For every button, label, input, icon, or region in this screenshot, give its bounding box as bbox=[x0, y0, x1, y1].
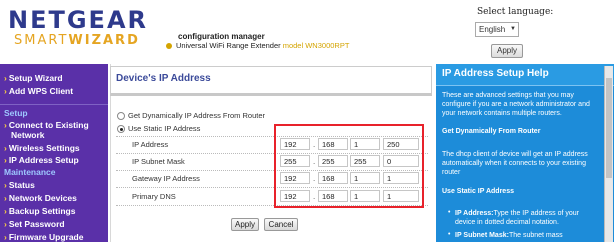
arrow-icon: › bbox=[4, 193, 7, 203]
subnet-mask-label: IP Subnet Mask bbox=[132, 157, 185, 166]
sidebar-item-status[interactable]: › Status bbox=[4, 180, 35, 190]
sidebar-item-backup-settings[interactable]: › Backup Settings bbox=[4, 206, 75, 216]
help-bullet-ip-head: IP Address: bbox=[455, 210, 494, 217]
radio-static[interactable] bbox=[117, 125, 125, 133]
arrow-icon: › bbox=[4, 206, 7, 216]
arrow-icon: › bbox=[4, 232, 7, 242]
help-scrollbar[interactable] bbox=[604, 66, 613, 242]
sidebar-item-label: Connect to Existing bbox=[8, 120, 89, 130]
sidebar-item-wireless-settings[interactable]: › Wireless Settings bbox=[4, 143, 80, 153]
sidebar-section-maintenance: Maintenance bbox=[4, 167, 56, 177]
smart-text: SMART bbox=[14, 33, 69, 48]
language-select[interactable]: English ▼ bbox=[475, 22, 519, 37]
language-value: English bbox=[479, 25, 506, 34]
bullet-icon: • bbox=[448, 209, 451, 216]
help-bullet-subnet-text: The subnet mass bbox=[508, 232, 563, 239]
arrow-icon: › bbox=[4, 73, 7, 83]
bullet-icon: • bbox=[448, 231, 451, 238]
product-label: Universal WiFi Range Extender model WN30… bbox=[166, 41, 349, 50]
sidebar-item-label: Backup Settings bbox=[8, 206, 76, 216]
sidebar-item-setup-wizard[interactable]: › Setup Wizard bbox=[4, 73, 63, 83]
language-label: Select language: bbox=[477, 7, 554, 17]
smartwizard-logo: SMARTWIZARD bbox=[14, 33, 140, 48]
sidebar-item-label: Wireless Settings bbox=[8, 143, 80, 153]
gateway-label: Gateway IP Address bbox=[132, 174, 200, 183]
arrow-icon: › bbox=[4, 86, 7, 96]
language-apply-button[interactable]: Apply bbox=[491, 44, 523, 58]
wizard-text: WIZARD bbox=[68, 33, 140, 48]
sidebar-item-firmware-upgrade[interactable]: › Firmware Upgrade bbox=[4, 232, 83, 242]
sidebar-item-add-wps[interactable]: › Add WPS Client bbox=[4, 86, 73, 96]
sidebar-item-label: Status bbox=[8, 180, 35, 190]
sidebar-divider bbox=[0, 104, 108, 105]
sidebar-item-label: IP Address Setup bbox=[8, 155, 79, 165]
arrow-icon: › bbox=[4, 143, 7, 153]
chevron-down-icon: ▼ bbox=[510, 26, 516, 32]
product-name: Universal WiFi Range Extender bbox=[176, 41, 281, 50]
sidebar-item-connect-existing[interactable]: › Connect to Existing bbox=[4, 120, 89, 130]
sidebar-item-label: Network Devices bbox=[8, 193, 77, 203]
ip-address-label: IP Address bbox=[132, 140, 169, 149]
help-dynamic-text: The dhcp client of device will get an IP… bbox=[442, 151, 588, 176]
sidebar-item-label: Firmware Upgrade bbox=[8, 232, 84, 242]
radio-dynamic[interactable] bbox=[117, 112, 125, 120]
config-manager-label: configuration manager bbox=[178, 32, 265, 41]
arrow-icon: › bbox=[4, 180, 7, 190]
help-static-head: Use Static IP Address bbox=[442, 188, 514, 195]
help-intro: These are advanced settings that you may… bbox=[442, 92, 590, 117]
netgear-logo: NETGEAR bbox=[8, 6, 148, 34]
help-title: IP Address Setup Help bbox=[442, 68, 549, 79]
sidebar-item-label: Set Password bbox=[8, 219, 65, 229]
arrow-icon: › bbox=[4, 219, 7, 229]
sidebar-item-set-password[interactable]: › Set Password bbox=[4, 219, 65, 229]
arrow-icon: › bbox=[4, 120, 7, 130]
apply-button[interactable]: Apply bbox=[231, 218, 259, 231]
product-model: model WN3000RPT bbox=[282, 41, 350, 50]
help-bullet-ip: IP Address:Type the IP address of your d… bbox=[455, 209, 600, 227]
bullet-icon bbox=[166, 43, 172, 50]
highlight-box bbox=[274, 124, 424, 208]
sidebar-item-network-devices[interactable]: › Network Devices bbox=[4, 193, 77, 203]
arrow-icon: › bbox=[4, 155, 7, 165]
sidebar-section-setup: Setup bbox=[4, 108, 28, 118]
help-bullet-subnet-head: IP Subnet Mask: bbox=[455, 232, 509, 239]
radio-static-label: Use Static IP Address bbox=[128, 124, 201, 133]
help-dynamic-head: Get Dynamically From Router bbox=[442, 128, 541, 135]
header: NETGEAR SMARTWIZARD configuration manage… bbox=[0, 0, 614, 64]
primary-dns-label: Primary DNS bbox=[132, 192, 176, 201]
sidebar-item-label: Setup Wizard bbox=[8, 73, 63, 83]
sidebar-item-network[interactable]: Network bbox=[11, 130, 45, 140]
cancel-button[interactable]: Cancel bbox=[264, 218, 298, 231]
radio-dynamic-label: Get Dynamically IP Address From Router bbox=[128, 111, 265, 120]
sidebar-item-ip-address-setup[interactable]: › IP Address Setup bbox=[4, 155, 79, 165]
sidebar-item-label: Add WPS Client bbox=[8, 86, 74, 96]
scrollbar-thumb[interactable] bbox=[606, 78, 612, 178]
help-bullet-subnet: IP Subnet Mask:The subnet mass bbox=[455, 231, 600, 240]
page-title: Device's IP Address bbox=[116, 73, 211, 84]
